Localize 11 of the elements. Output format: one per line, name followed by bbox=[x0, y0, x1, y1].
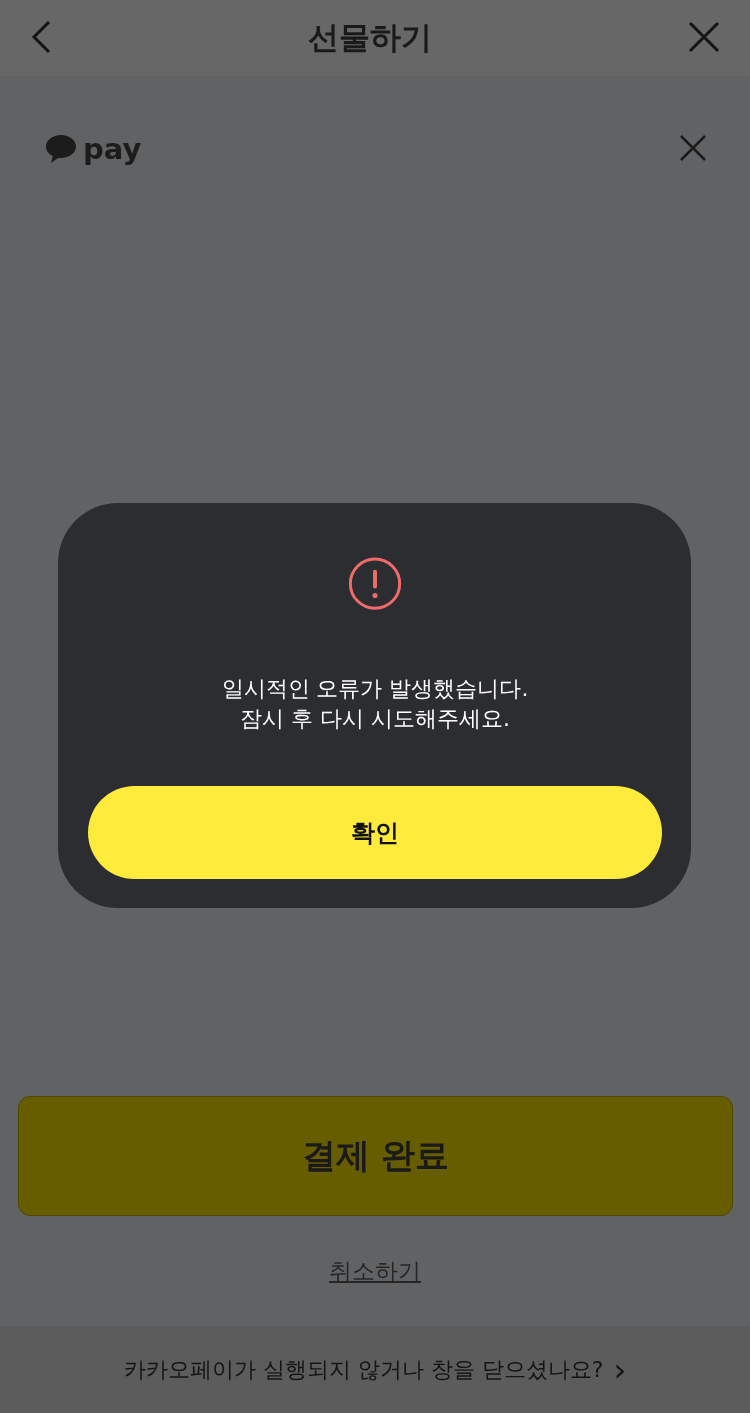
alert-icon bbox=[348, 557, 402, 611]
back-icon bbox=[30, 19, 52, 54]
payment-complete-button[interactable]: 결제 완료 bbox=[18, 1096, 733, 1216]
page-title: 선물하기 bbox=[308, 18, 432, 57]
speech-bubble-icon bbox=[45, 134, 77, 164]
pay-logo-text: pay bbox=[83, 132, 142, 166]
close-icon bbox=[688, 20, 720, 53]
confirm-button[interactable]: 확인 bbox=[88, 786, 662, 879]
cancel-link[interactable]: 취소하기 bbox=[329, 1255, 421, 1287]
error-message: 일시적인 오류가 발생했습니다. 잠시 후 다시 시도해주세요. bbox=[221, 675, 529, 734]
close-icon bbox=[680, 134, 706, 161]
